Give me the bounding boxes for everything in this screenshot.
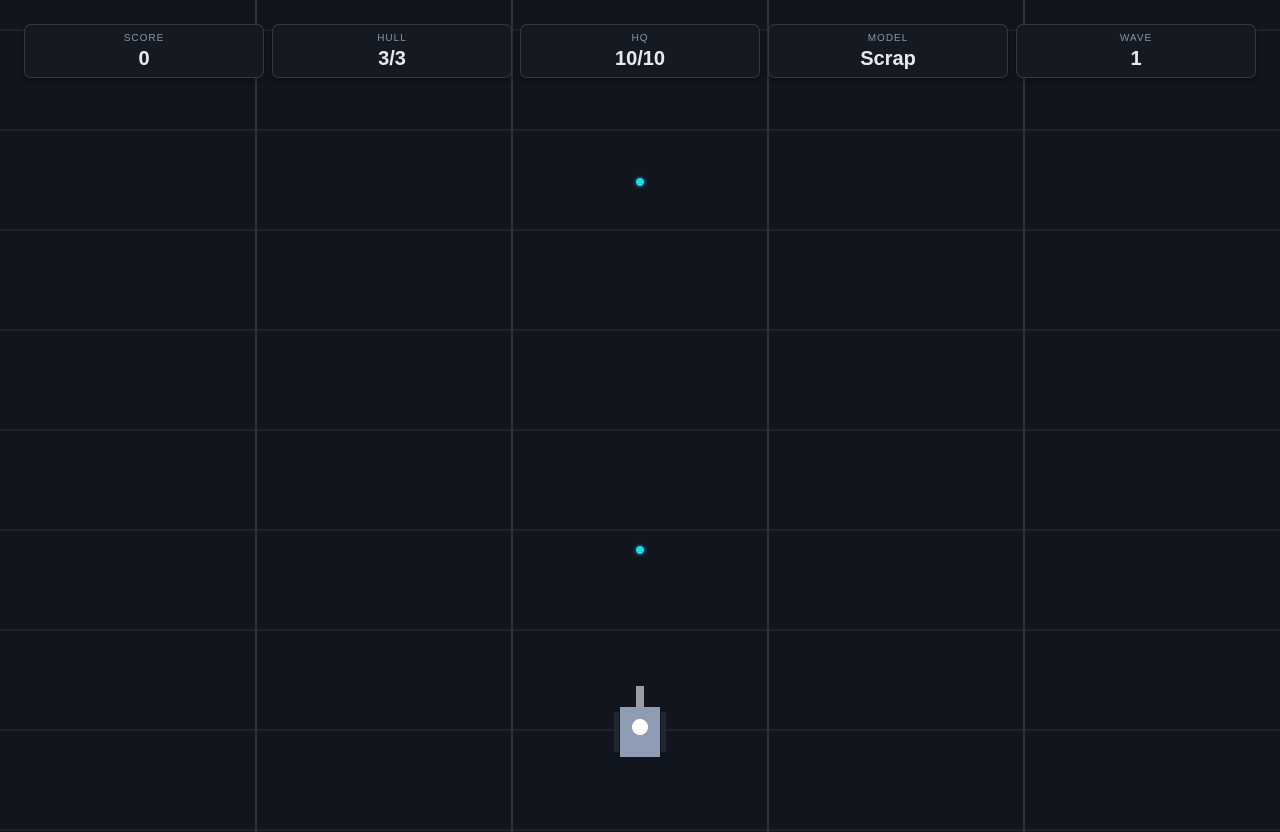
hq-label: HQ <box>631 33 649 44</box>
wave-label: WAVE <box>1119 33 1153 44</box>
wave-value: 1 <box>1130 48 1142 70</box>
right-tread <box>661 712 666 752</box>
wave-card: WAVE 1 <box>1016 24 1256 78</box>
grid-line <box>0 529 1280 531</box>
grid-line <box>0 829 1280 831</box>
grid-line <box>0 329 1280 331</box>
game-field[interactable]: SCORE 0 HULL 3/3 HQ 10/10 MODEL Scrap WA… <box>0 0 1280 832</box>
score-label: SCORE <box>123 33 165 44</box>
hud-bar: SCORE 0 HULL 3/3 HQ 10/10 MODEL Scrap WA… <box>24 24 1256 78</box>
tank-barrel <box>636 686 644 708</box>
grid-line <box>0 229 1280 231</box>
model-label: MODEL <box>867 33 909 44</box>
hull-label: HULL <box>377 33 407 44</box>
score-card: SCORE 0 <box>24 24 264 78</box>
energy-orb-icon <box>636 178 644 186</box>
grid-line <box>0 629 1280 631</box>
hq-card: HQ 10/10 <box>520 24 760 78</box>
lane-divider <box>511 0 513 832</box>
tank-turret <box>632 719 648 735</box>
lane-divider <box>1023 0 1025 832</box>
model-card: MODEL Scrap <box>768 24 1008 78</box>
lane-divider <box>767 0 769 832</box>
hull-card: HULL 3/3 <box>272 24 512 78</box>
player-tank-icon <box>612 686 668 758</box>
energy-orb-icon <box>636 546 644 554</box>
grid-line <box>0 429 1280 431</box>
model-value: Scrap <box>860 48 916 70</box>
grid-line <box>0 129 1280 131</box>
hull-value: 3/3 <box>378 48 406 70</box>
left-tread <box>614 712 619 752</box>
score-value: 0 <box>138 48 150 70</box>
hq-value: 10/10 <box>614 48 666 70</box>
lane-divider <box>255 0 257 832</box>
